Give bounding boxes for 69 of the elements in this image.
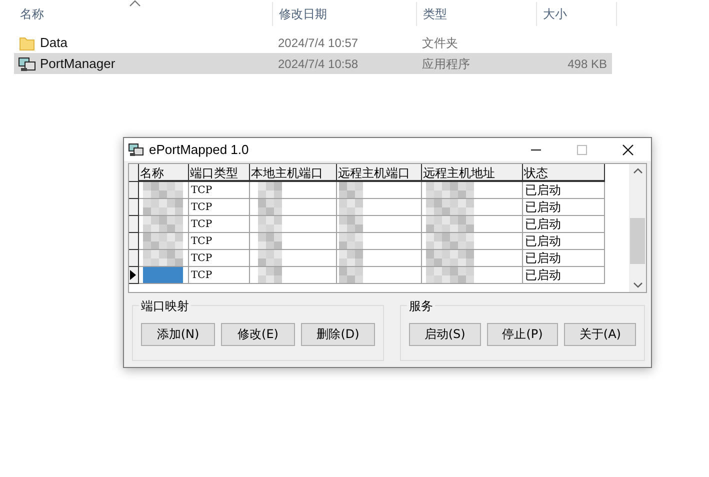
scroll-thumb[interactable] bbox=[630, 218, 645, 264]
column-header[interactable]: 修改日期 bbox=[273, 2, 417, 26]
redaction-mosaic bbox=[339, 216, 364, 232]
modified-date: 2024/7/4 10:57 bbox=[278, 36, 358, 50]
column-header[interactable]: 名称 bbox=[14, 2, 273, 26]
redaction-mosaic bbox=[143, 182, 183, 198]
table-cell-text: TCP bbox=[191, 200, 212, 214]
column-header[interactable]: 类型 bbox=[417, 2, 537, 26]
file-row[interactable]: Data 2024/7/4 10:57 文件夹 bbox=[14, 32, 612, 53]
redaction-mosaic bbox=[143, 250, 183, 266]
redaction-mosaic bbox=[339, 199, 364, 215]
table-cell-text: TCP bbox=[191, 218, 212, 232]
redaction-mosaic bbox=[426, 267, 476, 283]
folder-icon bbox=[18, 34, 36, 50]
dialog-button[interactable]: 关于(A) bbox=[564, 322, 636, 346]
file-size: 498 KB bbox=[568, 56, 607, 70]
table-cell-text: TCP bbox=[191, 184, 212, 198]
table-cell: 已启动 bbox=[525, 267, 561, 283]
window-title: ePortMapped 1.0 bbox=[149, 140, 249, 159]
redaction-mosaic bbox=[426, 216, 476, 232]
table-cell: 已启动 bbox=[525, 250, 561, 266]
scrollbar[interactable] bbox=[629, 164, 646, 292]
close-icon[interactable] bbox=[620, 142, 636, 158]
redaction-mosaic bbox=[143, 267, 183, 283]
table-cell: 已启动 bbox=[525, 216, 561, 232]
column-header[interactable]: 状态 bbox=[523, 164, 605, 182]
table-cell-text: TCP bbox=[191, 268, 212, 282]
column-header[interactable]: 大小 bbox=[537, 2, 617, 26]
table-cell: 已启动 bbox=[525, 199, 561, 215]
table-cell-text: TCP bbox=[191, 252, 212, 266]
row-header[interactable] bbox=[129, 250, 139, 267]
redaction-mosaic bbox=[426, 250, 476, 266]
redaction-mosaic bbox=[426, 199, 476, 215]
file-name[interactable]: PortManager bbox=[40, 54, 116, 74]
dialog-button[interactable]: 添加(N) bbox=[141, 322, 215, 346]
computer-icon bbox=[128, 142, 144, 158]
computer-icon bbox=[18, 56, 36, 72]
table-cell: 已启动 bbox=[525, 182, 561, 198]
modified-date: 2024/7/4 10:58 bbox=[278, 56, 358, 70]
table-cell-text: TCP bbox=[191, 234, 212, 248]
column-header[interactable]: 端口类型 bbox=[189, 164, 250, 182]
row-header[interactable] bbox=[129, 233, 139, 250]
file-type: 应用程序 bbox=[422, 56, 470, 70]
dialog-button[interactable]: 修改(E) bbox=[221, 322, 295, 346]
column-header[interactable]: 本地主机端口 bbox=[250, 164, 337, 182]
redaction-mosaic bbox=[426, 233, 476, 249]
dialog-button[interactable]: 启动(S) bbox=[409, 322, 481, 346]
redaction-mosaic bbox=[143, 199, 183, 215]
redaction-mosaic bbox=[339, 182, 364, 198]
redaction-mosaic bbox=[143, 233, 183, 249]
redaction-mosaic bbox=[426, 182, 476, 198]
redaction-mosaic bbox=[339, 233, 364, 249]
column-header[interactable]: 远程主机端口 bbox=[337, 164, 422, 182]
row-header[interactable] bbox=[129, 199, 139, 216]
column-header[interactable]: 远程主机地址 bbox=[422, 164, 523, 182]
row-header[interactable] bbox=[129, 267, 139, 284]
redaction-mosaic bbox=[339, 250, 364, 266]
group-title: 服务 bbox=[407, 297, 435, 315]
redaction-mosaic bbox=[143, 216, 183, 232]
dialog-button[interactable]: 删除(D) bbox=[301, 322, 375, 346]
column-header[interactable]: 名称 bbox=[139, 164, 189, 182]
file-type: 文件夹 bbox=[422, 36, 458, 50]
dialog-button[interactable]: 停止(P) bbox=[486, 322, 558, 346]
row-header[interactable] bbox=[129, 216, 139, 233]
table-cell: 已启动 bbox=[525, 233, 561, 249]
file-row[interactable]: PortManager 2024/7/4 10:58 应用程序 498 KB bbox=[14, 53, 612, 74]
file-name[interactable]: Data bbox=[40, 32, 68, 52]
redaction-mosaic bbox=[339, 267, 364, 283]
row-header[interactable] bbox=[129, 182, 139, 199]
